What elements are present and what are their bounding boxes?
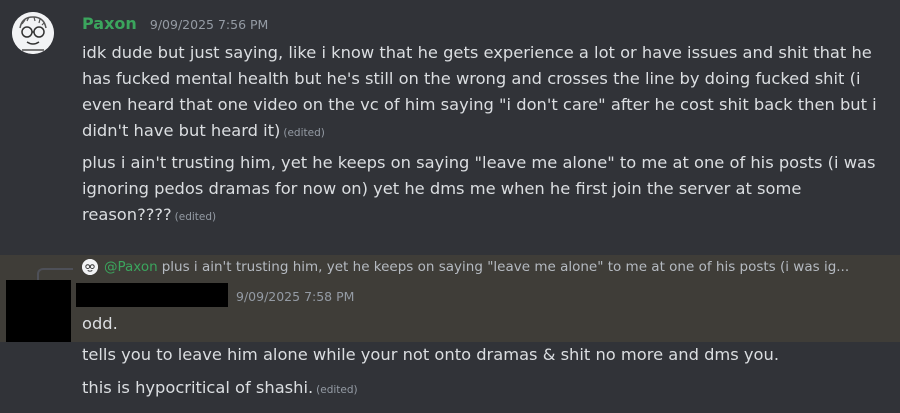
reply-preview[interactable]: @Paxon plus i ain't trusting him, yet he …: [104, 259, 884, 275]
message-group-paxon: Paxon 9/09/2025 7:56 PM idk dude but jus…: [0, 0, 900, 250]
reply-preview-text: plus i ain't trusting him, yet he keeps …: [161, 259, 850, 275]
message-text: idk dude but just saying, like i know th…: [82, 40, 882, 146]
reply-mention[interactable]: @Paxon: [104, 259, 158, 275]
message-text-content: idk dude but just saying, like i know th…: [82, 43, 877, 140]
timestamp[interactable]: 9/09/2025 7:58 PM: [236, 289, 354, 304]
redacted-avatar: [6, 280, 71, 342]
avatar[interactable]: [12, 12, 54, 54]
message-text: tells you to leave him alone while your …: [82, 345, 780, 364]
message-text: plus i ain't trusting him, yet he keeps …: [82, 150, 882, 230]
message-text: this is hypocritical of shashi. (edited): [82, 375, 358, 403]
message-text: odd.: [82, 314, 118, 333]
cartoon-face-avatar-small-icon: [82, 259, 98, 275]
redacted-username: [76, 283, 228, 307]
reply-spine: [37, 268, 73, 280]
edited-label: (edited): [283, 127, 325, 139]
edited-label: (edited): [316, 384, 358, 396]
cartoon-face-avatar-icon: [12, 12, 54, 54]
edited-label: (edited): [174, 211, 217, 223]
message-group-reply: @Paxon plus i ain't trusting him, yet he …: [0, 255, 900, 342]
timestamp[interactable]: 9/09/2025 7:56 PM: [150, 17, 268, 32]
reply-avatar[interactable]: [82, 259, 98, 275]
message-header: Paxon 9/09/2025 7:56 PM: [82, 14, 268, 33]
message-text-content: this is hypocritical of shashi.: [82, 378, 314, 397]
username[interactable]: Paxon: [82, 14, 137, 33]
